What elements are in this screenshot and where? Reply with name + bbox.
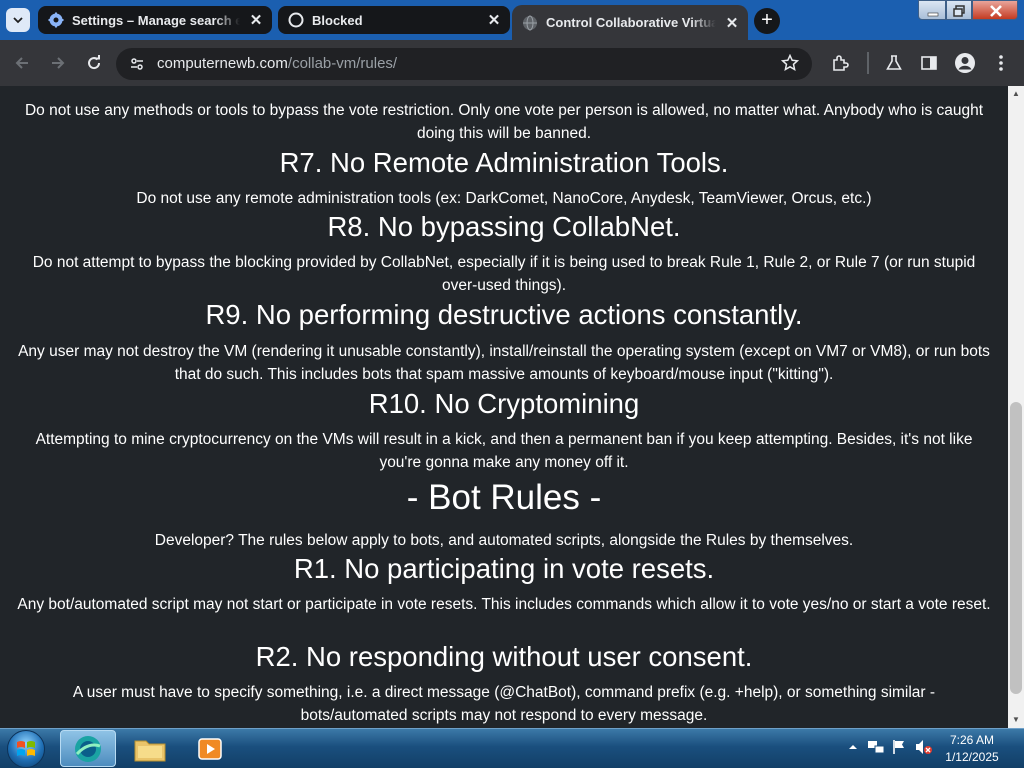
close-icon (990, 5, 1002, 17)
url-path: /collab-vm/rules/ (287, 55, 398, 72)
forward-button[interactable] (46, 51, 70, 75)
profile-avatar-icon[interactable] (954, 52, 976, 74)
media-player-icon (198, 737, 222, 760)
page-scrollbar[interactable]: ▲ ▼ (1008, 86, 1024, 728)
minimize-button[interactable] (918, 0, 946, 20)
reload-button[interactable] (82, 51, 106, 75)
volume-muted-icon[interactable] (915, 739, 932, 755)
bookmark-star-icon[interactable] (779, 52, 801, 74)
rule-r6-text: Do not use any methods or tools to bypas… (24, 102, 984, 142)
show-hidden-icons-arrow[interactable] (845, 739, 861, 755)
github-icon (288, 12, 304, 28)
clock-time: 7:26 AM (949, 733, 995, 747)
rule-r9-heading: R9. No performing destructive actions co… (205, 299, 803, 330)
scroll-up-arrow-icon[interactable]: ▲ (1008, 86, 1024, 102)
bot-rule-r2-text: A user must have to specify something, i… (72, 684, 936, 724)
taskbar-browser-button[interactable] (60, 730, 116, 767)
taskbar-media-player-button[interactable] (182, 730, 238, 767)
maximize-button[interactable] (946, 0, 972, 20)
site-info-icon[interactable] (126, 53, 148, 75)
rules-page: Do not use any methods or tools to bypas… (0, 86, 1008, 728)
minimize-icon (927, 12, 939, 17)
extensions-puzzle-icon[interactable] (829, 52, 851, 74)
side-panel-icon[interactable] (918, 52, 940, 74)
taskbar-explorer-button[interactable] (122, 730, 178, 767)
tab-blocked[interactable]: Blocked ✕ (278, 6, 510, 34)
network-icon[interactable] (867, 739, 885, 755)
toolbar-divider (867, 52, 869, 74)
rule-r7-text: Do not use any remote administration too… (136, 190, 872, 207)
start-button[interactable] (7, 730, 45, 768)
taskbar-clock[interactable]: 7:26 AM 1/12/2025 (930, 732, 1014, 766)
rule-r10-heading: R10. No Cryptomining (368, 388, 640, 419)
back-button[interactable] (10, 51, 34, 75)
rule-r9-text: Any user may not destroy the VM (renderi… (18, 343, 990, 383)
globe-icon (522, 15, 538, 31)
tab-collab-vm[interactable]: Control Collaborative Virtual M ✕ (512, 5, 748, 40)
action-center-flag-icon[interactable] (891, 739, 907, 755)
menu-kebab-icon[interactable] (990, 52, 1012, 74)
bot-rule-r1-text: Any bot/automated script may not start o… (17, 596, 991, 613)
chevron-down-icon (13, 17, 23, 24)
browser-icon (75, 735, 101, 762)
settings-gear-icon (48, 12, 64, 28)
url-domain: computernewb.com (157, 55, 288, 72)
close-icon[interactable]: ✕ (722, 13, 742, 33)
rule-r8-text: Do not attempt to bypass the blocking pr… (32, 254, 976, 294)
new-tab-button[interactable]: + (754, 8, 780, 34)
tab-title: Settings – Manage search engi (72, 12, 240, 28)
rule-r7-heading: R7. No Remote Administration Tools. (279, 147, 729, 178)
bot-rule-r1-heading: R1. No participating in vote resets. (293, 553, 715, 584)
url-text[interactable]: computernewb.com/collab-vm/rules/ (157, 55, 397, 72)
rule-r8-heading: R8. No bypassing CollabNet. (327, 211, 681, 242)
scrollbar-thumb[interactable] (1010, 402, 1022, 694)
windows-logo-icon (17, 741, 35, 756)
labs-flask-icon[interactable] (883, 52, 905, 74)
bot-rule-r2-heading: R2. No responding without user consent. (255, 641, 753, 672)
explorer-folder-icon (134, 740, 166, 761)
bot-rules-intro: Developer? The rules below apply to bots… (154, 532, 854, 549)
scroll-down-arrow-icon[interactable]: ▼ (1008, 712, 1024, 728)
tab-settings[interactable]: Settings – Manage search engi ✕ (38, 6, 272, 34)
restore-icon (953, 5, 965, 17)
tab-search-button[interactable] (6, 8, 30, 32)
close-icon[interactable]: ✕ (246, 10, 266, 30)
reload-icon (88, 55, 101, 70)
arrow-right-icon (52, 57, 65, 69)
bot-rules-heading: - Bot Rules - (406, 478, 602, 517)
tab-title: Control Collaborative Virtual M (546, 15, 716, 30)
close-window-button[interactable] (972, 0, 1018, 20)
arrow-left-icon (15, 57, 28, 69)
rule-r10-text: Attempting to mine cryptocurrency on the… (35, 431, 973, 471)
clock-date: 1/12/2025 (945, 750, 999, 764)
close-icon[interactable]: ✕ (484, 10, 504, 30)
tab-title: Blocked (312, 12, 363, 28)
